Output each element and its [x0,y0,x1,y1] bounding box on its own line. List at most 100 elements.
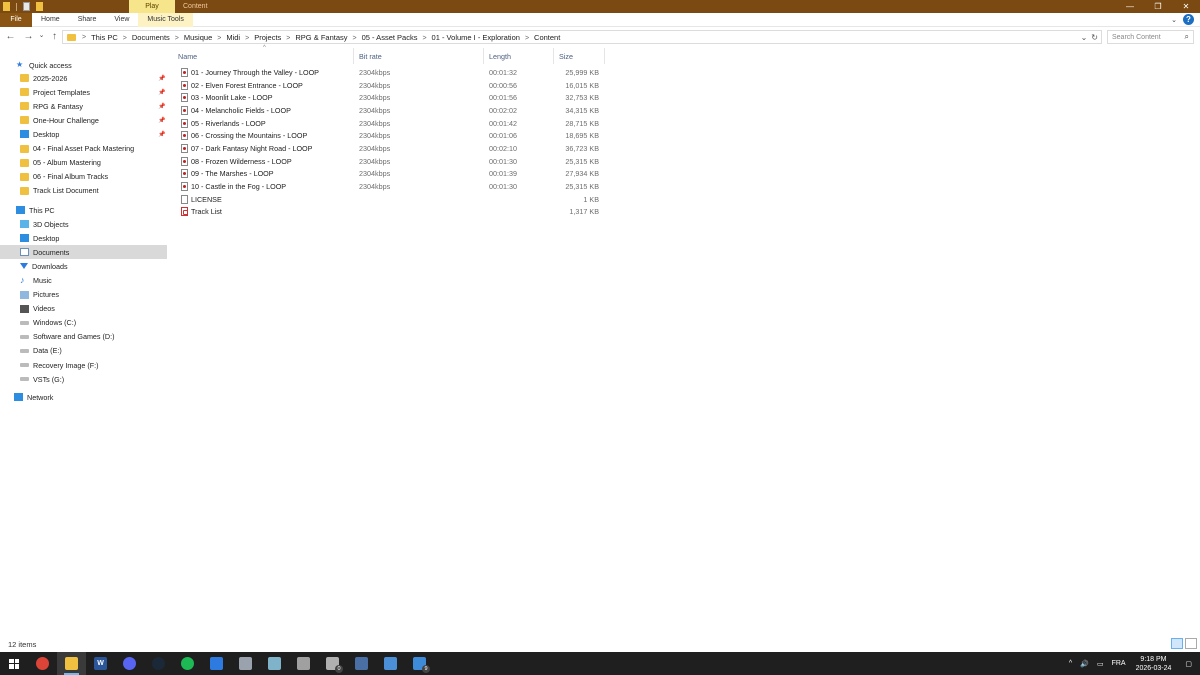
sidebar-item-quick-access[interactable]: RPG & Fantasy 📌 [0,99,167,113]
taskbar-app-app-badge-0[interactable]: 0 [318,652,347,675]
taskbar-app-chrome[interactable] [28,652,57,675]
taskbar-app-steam[interactable] [144,652,173,675]
expand-ribbon-icon[interactable]: ⌄ [1171,16,1177,24]
sidebar-item-quick-access[interactable]: Project Templates 📌 [0,85,167,99]
sidebar-item-this-pc[interactable]: Windows (C:) [0,316,167,330]
breadcrumb-item[interactable]: Content [534,33,560,42]
column-divider[interactable] [553,48,554,64]
sidebar-item-quick-access[interactable]: Desktop 📌 [0,127,167,141]
sidebar-item-this-pc[interactable]: Videos [0,302,167,316]
taskbar-app-spotify[interactable] [173,652,202,675]
details-view-button[interactable] [1171,638,1183,649]
table-row[interactable]: 10 - Castle in the Fog - LOOP 2304kbps 00:… [178,181,608,194]
table-row[interactable]: 08 - Frozen Wilderness - LOOP 2304kbps 00:… [178,156,608,169]
sidebar-item-this-pc[interactable]: Downloads [0,259,167,273]
column-divider[interactable] [483,48,484,64]
sidebar-network[interactable]: Network [0,390,167,404]
breadcrumb-item[interactable]: Midi [226,33,240,42]
taskbar-app-app-gray-3[interactable] [289,652,318,675]
breadcrumb-item[interactable]: This PC [91,33,118,42]
sidebar-item-this-pc[interactable]: ♪ Music [0,273,167,287]
notification-icon[interactable]: ▢ [1185,660,1192,668]
tab-share[interactable]: Share [69,13,106,27]
column-header-size[interactable]: Size [559,52,573,61]
column-header-name[interactable]: Name [178,52,197,61]
breadcrumb-separator[interactable]: > [217,35,221,42]
table-row[interactable]: 02 - Elven Forest Entrance - LOOP 2304kbp… [178,80,608,93]
refresh-icon[interactable]: ↻ [1091,33,1098,42]
breadcrumb-item[interactable]: Projects [254,33,281,42]
language-indicator[interactable]: FRA [1112,660,1126,667]
sidebar-item-quick-access[interactable]: One-Hour Challenge 📌 [0,113,167,127]
new-folder-icon[interactable] [36,2,43,11]
table-row[interactable]: LICENSE 1 KB [178,194,608,207]
forward-arrow-icon[interactable]: → [22,31,35,42]
network-status-icon[interactable]: ▭ [1097,660,1104,668]
sidebar-this-pc[interactable]: This PC [0,203,167,217]
table-row[interactable]: 04 - Melancholic Fields - LOOP 2304kbps 00… [178,105,608,118]
taskbar-app-app-gray-2[interactable] [260,652,289,675]
show-hidden-icons-icon[interactable]: ^ [1069,660,1072,667]
search-input[interactable]: Search Content [1112,34,1161,41]
taskbar-app-app-gray-1[interactable] [231,652,260,675]
search-box[interactable]: Search Content ⌕ [1107,30,1194,44]
recent-locations-icon[interactable]: ⌄ [35,31,48,39]
breadcrumb-item[interactable]: Documents [132,33,170,42]
back-arrow-icon[interactable]: ← [4,31,17,42]
breadcrumb-separator[interactable]: > [422,35,426,42]
close-button[interactable]: ✕ [1172,0,1200,13]
tab-file[interactable]: File [0,12,32,27]
sidebar-item-quick-access[interactable]: 04 - Final Asset Pack Mastering [0,142,167,156]
breadcrumb-separator[interactable]: > [123,35,127,42]
taskbar-app-discord[interactable] [115,652,144,675]
breadcrumb-item[interactable]: RPG & Fantasy [295,33,347,42]
large-icons-view-button[interactable] [1185,638,1197,649]
sidebar-item-this-pc[interactable]: Recovery Image (F:) [0,358,167,372]
table-row[interactable]: 03 - Moonlit Lake - LOOP 2304kbps 00:01:56… [178,92,608,105]
column-header-bitrate[interactable]: Bit rate [359,52,382,61]
table-row[interactable]: 01 - Journey Through the Valley - LOOP 23… [178,67,608,80]
tab-view[interactable]: View [105,13,138,27]
table-row[interactable]: 06 - Crossing the Mountains - LOOP 2304kb… [178,130,608,143]
sidebar-item-quick-access[interactable]: 2025-2026 📌 [0,71,167,85]
maximize-button[interactable]: ❐ [1144,0,1172,13]
table-row[interactable]: 05 - Riverlands - LOOP 2304kbps 00:01:42 28… [178,118,608,131]
contextual-tab-play[interactable]: Play [129,0,175,13]
address-bar[interactable]: > This PC > Documents > Musique > Midi > Project… [62,30,1102,44]
clock[interactable]: 9:18 PM 2026-03-24 [1136,655,1172,673]
sidebar-quick-access[interactable]: ★ Quick access [0,58,167,72]
taskbar-app-app-blue-2[interactable] [376,652,405,675]
sidebar-item-this-pc[interactable]: Documents [0,245,167,260]
sidebar-item-quick-access[interactable]: 06 - Final Album Tracks [0,170,167,184]
sidebar-item-this-pc[interactable]: Data (E:) [0,344,167,358]
breadcrumb-separator[interactable]: > [286,35,290,42]
sidebar-item-this-pc[interactable]: Software and Games (D:) [0,330,167,344]
sidebar-item-quick-access[interactable]: 05 - Album Mastering [0,156,167,170]
sidebar-item-this-pc[interactable]: 3D Objects [0,217,167,231]
address-dropdown-icon[interactable]: ⌄ [1081,33,1088,42]
properties-icon[interactable] [23,2,30,11]
breadcrumb-item[interactable]: Musique [184,33,212,42]
taskbar-app-file-explorer[interactable] [57,652,86,675]
search-icon[interactable]: ⌕ [1185,32,1189,42]
table-row[interactable]: 09 - The Marshes - LOOP 2304kbps 00:01:39 2… [178,168,608,181]
tab-home[interactable]: Home [32,13,69,27]
table-row[interactable]: Track List 1,317 KB [178,206,608,219]
taskbar-app-app-blue-bar[interactable] [202,652,231,675]
breadcrumb-separator[interactable]: > [353,35,357,42]
taskbar-app-app-badge-9[interactable]: 9 [405,652,434,675]
column-divider[interactable] [604,48,605,64]
up-arrow-icon[interactable]: ↑ [48,31,61,42]
tab-music-tools[interactable]: Music Tools [138,12,193,27]
minimize-button[interactable]: — [1116,0,1144,13]
breadcrumb-item[interactable]: 01 - Volume I - Exploration [432,33,520,42]
breadcrumb-separator[interactable]: > [525,35,529,42]
taskbar-app-word[interactable]: W [86,652,115,675]
volume-icon[interactable]: 🔊 [1080,660,1089,668]
breadcrumb-separator[interactable]: > [245,35,249,42]
column-divider[interactable] [353,48,354,64]
breadcrumb-separator[interactable]: > [175,35,179,42]
column-header-length[interactable]: Length [489,52,511,61]
table-row[interactable]: 07 - Dark Fantasy Night Road - LOOP 2304k… [178,143,608,156]
breadcrumb-item[interactable]: 05 - Asset Packs [362,33,418,42]
